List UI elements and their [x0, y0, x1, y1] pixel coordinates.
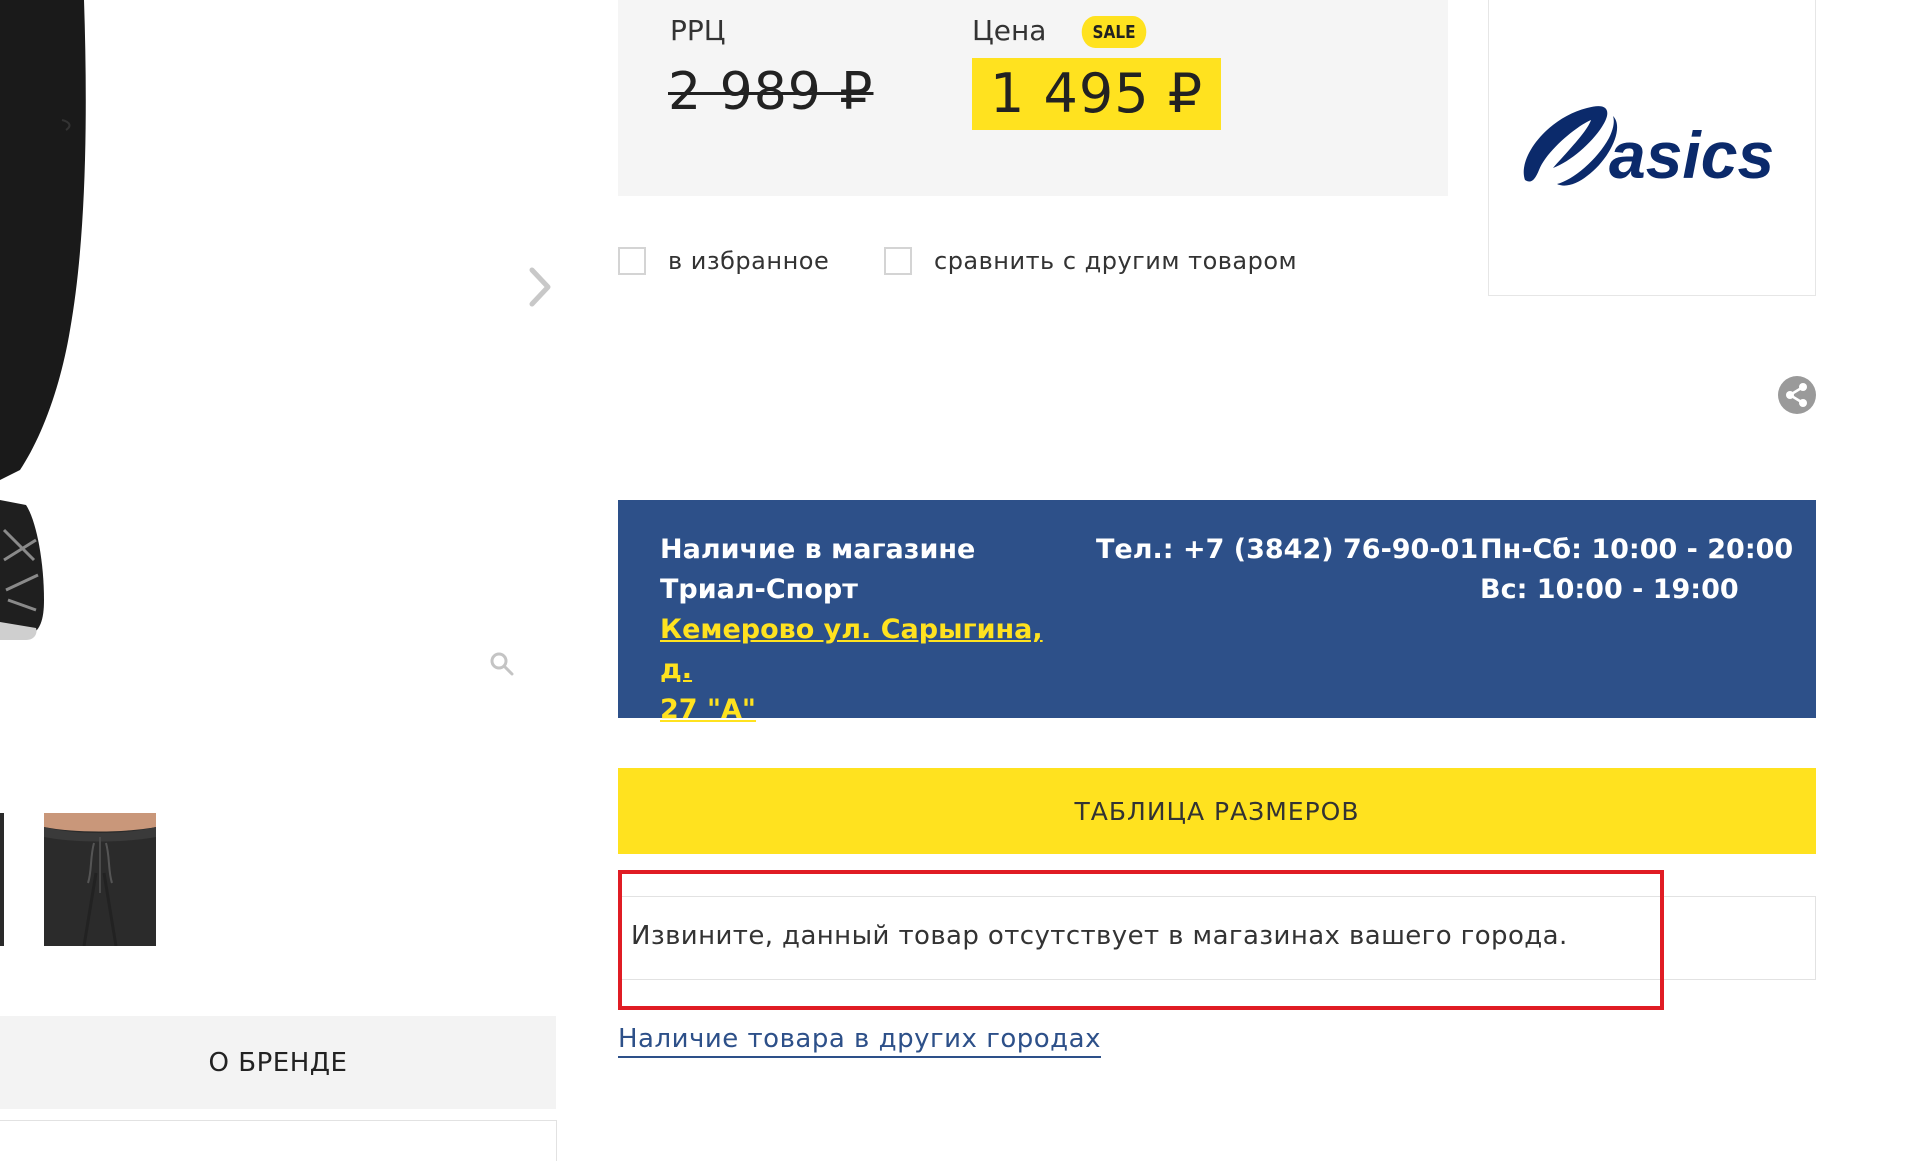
- store-title-line1: Наличие в магазине: [660, 534, 976, 565]
- store-availability-panel: Наличие в магазине Триал-Спорт Кемерово …: [618, 500, 1816, 725]
- about-brand-tab[interactable]: О БРЕНДЕ: [0, 1016, 556, 1109]
- price-box: РРЦ 2 989 ₽ Цена SALE 1 495 ₽: [618, 0, 1448, 196]
- availability-notice-box: Извините, данный товар отсутствует в маг…: [618, 896, 1816, 980]
- sale-badge: SALE: [1081, 16, 1147, 48]
- availability-notice-text: Извините, данный товар отсутствует в маг…: [631, 921, 1568, 951]
- favorites-label: в избранное: [668, 247, 830, 275]
- add-to-favorites[interactable]: в избранное: [618, 247, 829, 275]
- hours-sunday: Вс: 10:00 - 19:00: [1480, 574, 1739, 605]
- brand-logo-box[interactable]: asics: [1488, 0, 1816, 296]
- share-icon[interactable]: [1778, 376, 1816, 414]
- store-address-line1: Кемерово ул. Сарыгина, д.: [660, 614, 1043, 685]
- store-address-line2: 27 "А": [660, 694, 757, 725]
- size-table-label: ТАБЛИЦА РАЗМЕРОВ: [1074, 796, 1360, 826]
- compare-label: сравнить с другим товаром: [934, 247, 1298, 275]
- compare-product[interactable]: сравнить с другим товаром: [884, 247, 1297, 275]
- store-phone: Тел.: +7 (3842) 76-90-01: [1096, 534, 1479, 565]
- size-table-button[interactable]: ТАБЛИЦА РАЗМЕРОВ: [618, 768, 1816, 854]
- product-main-image: [0, 0, 560, 720]
- product-page: О БРЕНДЕ РРЦ 2 989 ₽ Цена SALE 1 495 ₽ в…: [0, 0, 1920, 1161]
- store-address-link[interactable]: Кемерово ул. Сарыгина, д. 27 "А": [660, 610, 1060, 730]
- asics-logo: asics: [1523, 105, 1774, 192]
- thumbnail-image[interactable]: [44, 813, 156, 946]
- favorites-checkbox[interactable]: [618, 247, 646, 275]
- store-info: Наличие в магазине Триал-Спорт Кемерово …: [660, 530, 1060, 730]
- price-label: Цена: [972, 14, 1047, 47]
- current-price: 1 495 ₽: [972, 58, 1222, 130]
- other-cities-link[interactable]: Наличие товара в других городах: [618, 1024, 1101, 1058]
- thumbnail-previous[interactable]: [0, 813, 4, 946]
- store-title-line2: Триал-Спорт: [660, 574, 858, 605]
- compare-checkbox[interactable]: [884, 247, 912, 275]
- about-brand-label: О БРЕНДЕ: [208, 1047, 348, 1078]
- svg-text:asics: asics: [1609, 118, 1774, 192]
- brand-panel: [0, 1120, 557, 1161]
- rrc-price-crossed: 2 989 ₽: [668, 62, 874, 122]
- zoom-magnifier-icon[interactable]: [488, 650, 516, 678]
- hours-weekdays: Пн-Сб: 10:00 - 20:00: [1480, 534, 1794, 565]
- rrc-label: РРЦ: [670, 14, 726, 47]
- next-image-chevron-right-icon[interactable]: [520, 262, 560, 312]
- store-hours: Пн-Сб: 10:00 - 20:00 Вс: 10:00 - 19:00: [1480, 530, 1793, 610]
